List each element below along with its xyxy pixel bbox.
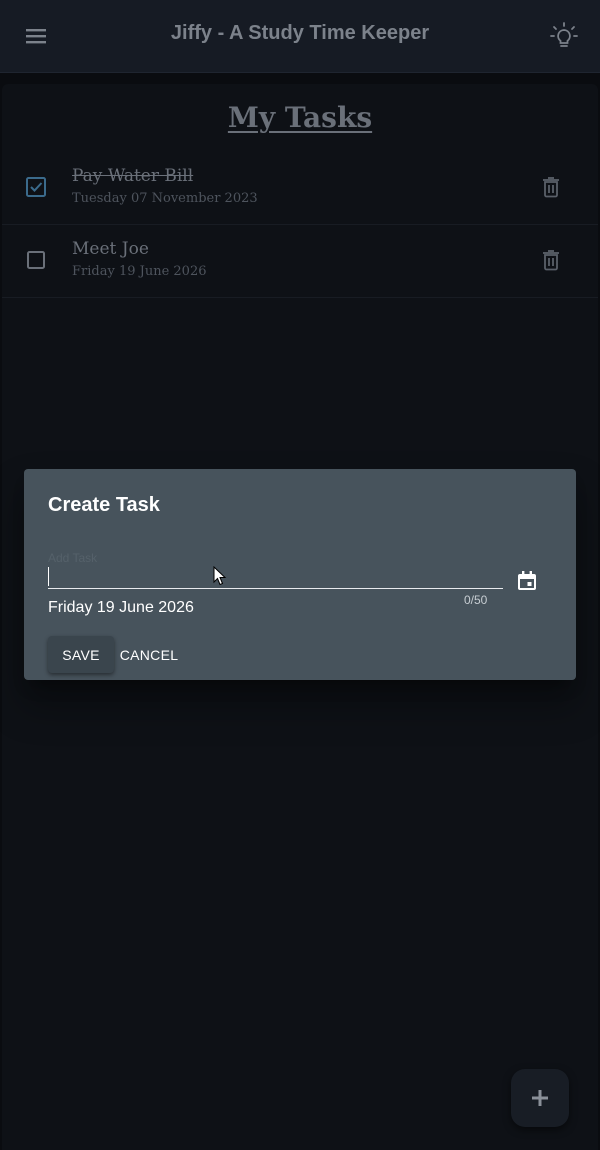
task-name-input[interactable] xyxy=(48,564,503,589)
task-checkbox[interactable] xyxy=(25,176,47,198)
theme-toggle-button[interactable] xyxy=(548,20,580,52)
app-title: Jiffy - A Study Time Keeper xyxy=(170,22,430,44)
task-title: Pay Water Bill xyxy=(72,166,194,186)
task-row[interactable]: Meet Joe Friday 19 June 2026 xyxy=(2,225,598,298)
dialog-title: Create Task xyxy=(48,494,160,516)
create-task-dialog: Create Task Add Task 0/50 Friday 19 June… xyxy=(24,469,576,680)
task-date: Tuesday 07 November 2023 xyxy=(72,191,258,206)
task-date: Friday 19 June 2026 xyxy=(72,264,207,279)
cancel-button[interactable]: CANCEL xyxy=(116,636,182,673)
add-task-fab[interactable] xyxy=(511,1069,569,1127)
calendar-icon xyxy=(518,571,536,590)
task-input-label: Add Task xyxy=(48,551,98,565)
task-title: Meet Joe xyxy=(72,239,149,259)
character-counter: 0/50 xyxy=(464,593,488,607)
checkbox-checked-icon xyxy=(26,177,46,197)
delete-task-button[interactable] xyxy=(538,174,564,200)
save-button[interactable]: SAVE xyxy=(48,636,114,673)
trash-icon xyxy=(543,250,559,271)
trash-icon xyxy=(543,177,559,198)
text-caret xyxy=(48,567,49,586)
page-title: My Tasks xyxy=(227,101,373,134)
app-bar: Jiffy - A Study Time Keeper xyxy=(0,0,600,73)
delete-task-button[interactable] xyxy=(538,247,564,273)
date-picker-button[interactable] xyxy=(515,569,539,593)
task-checkbox[interactable] xyxy=(25,249,47,271)
checkbox-empty-icon xyxy=(27,251,45,269)
lightbulb-icon xyxy=(550,22,578,47)
mouse-cursor-icon xyxy=(213,565,227,591)
selected-date: Friday 19 June 2026 xyxy=(48,599,194,616)
task-row[interactable]: Pay Water Bill Tuesday 07 November 2023 xyxy=(2,152,598,225)
plus-icon xyxy=(532,1090,548,1106)
